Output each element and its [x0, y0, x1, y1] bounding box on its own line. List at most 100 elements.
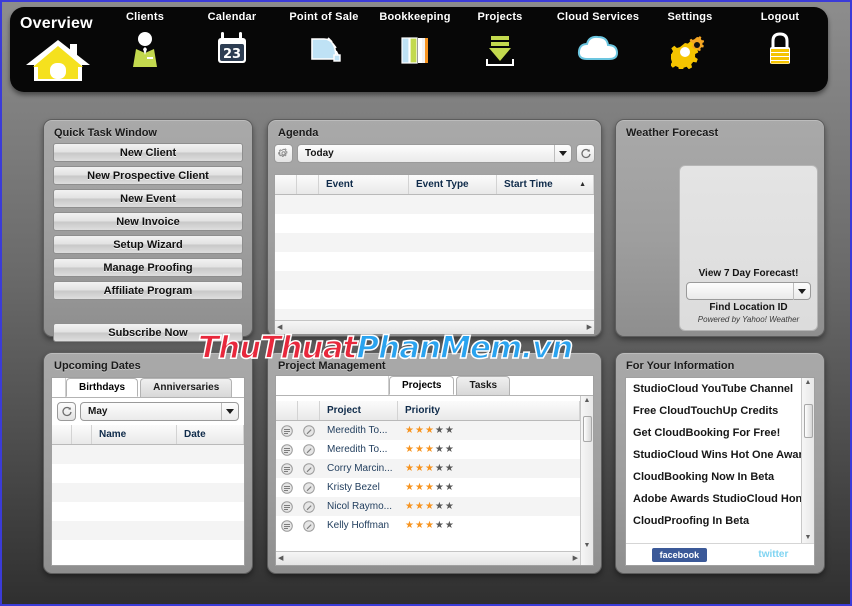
table-row[interactable]	[52, 540, 244, 559]
agenda-col-event[interactable]: Event	[319, 175, 409, 194]
table-row[interactable]	[275, 309, 594, 320]
priority-rating[interactable]: ★★★★★	[398, 520, 580, 531]
edit-icon[interactable]	[298, 462, 320, 475]
priority-rating[interactable]: ★★★★★	[398, 501, 580, 512]
scroll-right-icon[interactable]: ▶	[587, 323, 592, 333]
project-vertical-scrollbar[interactable]: ▲ ▼	[580, 396, 593, 565]
table-row[interactable]	[275, 252, 594, 271]
refresh-icon[interactable]	[576, 144, 595, 163]
tab-projects[interactable]: Projects	[389, 376, 455, 395]
list-item[interactable]: StudioCloud Wins Hot One Award	[626, 444, 801, 466]
nav-item-point-of-sale[interactable]: Point of Sale	[280, 11, 368, 72]
priority-rating[interactable]: ★★★★★	[398, 444, 580, 455]
tab-tasks[interactable]: Tasks	[456, 376, 511, 395]
find-location-id-link[interactable]: Find Location ID	[686, 302, 811, 313]
nav-item-bookkeeping[interactable]: Bookkeeping	[372, 11, 458, 72]
note-icon[interactable]	[276, 462, 298, 475]
scrollbar-thumb[interactable]	[582, 416, 592, 442]
chevron-down-icon[interactable]	[221, 403, 238, 420]
refresh-icon[interactable]	[57, 402, 76, 421]
scroll-down-icon[interactable]: ▼	[584, 541, 591, 551]
scroll-up-icon[interactable]: ▲	[805, 378, 812, 388]
upcoming-col-date[interactable]: Date	[177, 425, 244, 444]
note-icon[interactable]	[276, 424, 298, 437]
table-row[interactable]	[275, 233, 594, 252]
project-col-priority[interactable]: Priority	[398, 401, 580, 420]
calendar-icon: 23	[200, 26, 264, 72]
agenda-col-start-time[interactable]: Start Time ▲	[497, 175, 594, 194]
list-item[interactable]: StudioCloud YouTube Channel	[626, 378, 801, 400]
scrollbar-thumb[interactable]	[803, 404, 813, 438]
upcoming-col-name[interactable]: Name	[92, 425, 177, 444]
table-row[interactable]: Nicol Raymo... ★★★★★	[276, 497, 580, 516]
agenda-horizontal-scrollbar[interactable]: ◀ ▶	[275, 320, 594, 334]
list-item[interactable]: CloudProofing In Beta	[626, 510, 801, 532]
scroll-up-icon[interactable]: ▲	[584, 396, 591, 406]
edit-icon[interactable]	[298, 519, 320, 532]
edit-icon[interactable]	[298, 424, 320, 437]
edit-icon[interactable]	[298, 481, 320, 494]
new-invoice-button[interactable]: New Invoice	[53, 212, 243, 231]
project-col-project[interactable]: Project	[320, 401, 398, 420]
subscribe-now-button[interactable]: Subscribe Now	[53, 323, 243, 342]
project-horizontal-scrollbar[interactable]: ◀ ▶	[276, 551, 580, 565]
note-icon[interactable]	[276, 443, 298, 456]
priority-rating[interactable]: ★★★★★	[398, 482, 580, 493]
gear-icon[interactable]	[274, 144, 293, 163]
new-client-button[interactable]: New Client	[53, 143, 243, 162]
table-row[interactable]	[275, 214, 594, 233]
table-row[interactable]	[275, 290, 594, 309]
priority-rating[interactable]: ★★★★★	[398, 425, 580, 436]
note-icon[interactable]	[276, 500, 298, 513]
table-row[interactable]	[52, 445, 244, 464]
scroll-down-icon[interactable]: ▼	[805, 533, 812, 543]
table-row[interactable]: Kristy Bezel ★★★★★	[276, 478, 580, 497]
fyi-vertical-scrollbar[interactable]: ▲ ▼	[801, 378, 814, 543]
edit-icon[interactable]	[298, 500, 320, 513]
scroll-right-icon[interactable]: ▶	[573, 554, 578, 564]
table-row[interactable]	[275, 271, 594, 290]
table-row[interactable]	[52, 464, 244, 483]
chevron-down-icon[interactable]	[793, 282, 810, 300]
nav-item-settings[interactable]: Settings	[655, 11, 725, 72]
table-row[interactable]: Meredith To... ★★★★★	[276, 440, 580, 459]
new-event-button[interactable]: New Event	[53, 189, 243, 208]
tab-anniversaries[interactable]: Anniversaries	[140, 378, 233, 397]
manage-proofing-button[interactable]: Manage Proofing	[53, 258, 243, 277]
new-prospective-client-button[interactable]: New Prospective Client	[53, 166, 243, 185]
note-icon[interactable]	[276, 519, 298, 532]
table-row[interactable]	[52, 483, 244, 502]
list-item[interactable]: CloudBooking Now In Beta	[626, 466, 801, 488]
priority-rating[interactable]: ★★★★★	[398, 463, 580, 474]
agenda-col-event-type[interactable]: Event Type	[409, 175, 497, 194]
agenda-filter-combo[interactable]: Today	[297, 144, 572, 163]
twitter-button[interactable]: twitter	[758, 549, 788, 560]
table-row[interactable]: Kelly Hoffman ★★★★★	[276, 516, 580, 535]
table-row[interactable]: Meredith To... ★★★★★	[276, 421, 580, 440]
list-item[interactable]: Get CloudBooking For Free!	[626, 422, 801, 444]
list-item[interactable]: Adobe Awards StudioCloud Honor	[626, 488, 801, 510]
nav-item-calendar[interactable]: Calendar 23	[200, 11, 264, 72]
setup-wizard-button[interactable]: Setup Wizard	[53, 235, 243, 254]
nav-item-clients[interactable]: Clients	[115, 11, 175, 72]
scroll-left-icon[interactable]: ◀	[278, 554, 283, 564]
note-icon[interactable]	[276, 481, 298, 494]
month-combo[interactable]: May	[80, 402, 239, 421]
affiliate-program-button[interactable]: Affiliate Program	[53, 281, 243, 300]
chevron-down-icon[interactable]	[554, 145, 571, 162]
nav-item-overview[interactable]: Overview	[20, 15, 115, 84]
table-row[interactable]: Corry Marcin... ★★★★★	[276, 459, 580, 478]
nav-item-cloud-services[interactable]: Cloud Services	[548, 11, 648, 72]
weather-location-combo[interactable]	[686, 282, 811, 300]
table-row[interactable]	[52, 521, 244, 540]
view-7-day-forecast-link[interactable]: View 7 Day Forecast!	[686, 268, 811, 279]
list-item[interactable]: Free CloudTouchUp Credits	[626, 400, 801, 422]
edit-icon[interactable]	[298, 443, 320, 456]
tab-birthdays[interactable]: Birthdays	[66, 378, 139, 397]
table-row[interactable]	[275, 195, 594, 214]
nav-item-logout[interactable]: Logout	[745, 11, 815, 72]
nav-item-projects[interactable]: Projects	[465, 11, 535, 72]
scroll-left-icon[interactable]: ◀	[277, 323, 282, 333]
facebook-button[interactable]: facebook	[651, 547, 708, 562]
table-row[interactable]	[52, 502, 244, 521]
